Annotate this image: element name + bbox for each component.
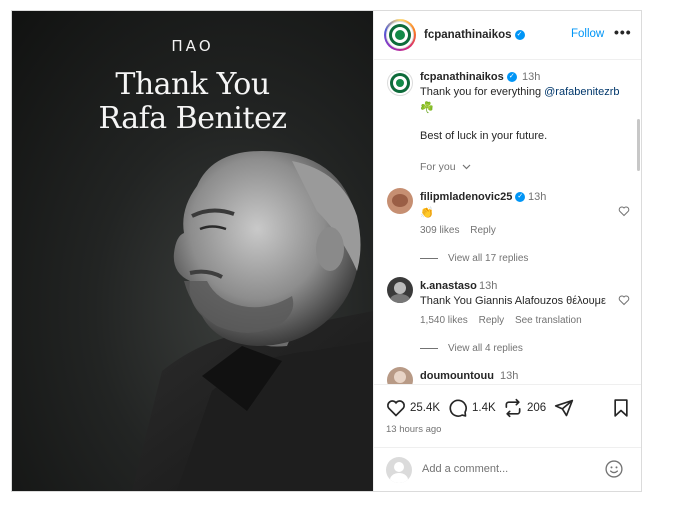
comment-avatar[interactable] bbox=[387, 277, 413, 303]
story-ring[interactable] bbox=[384, 19, 416, 51]
likes-count[interactable]: 25.4K bbox=[410, 402, 440, 414]
scrollbar[interactable] bbox=[637, 119, 640, 171]
caption-time[interactable]: 13h bbox=[522, 71, 540, 83]
comment-avatar[interactable] bbox=[387, 188, 413, 214]
comment-likes[interactable]: 1,540 likes bbox=[420, 315, 468, 326]
shamrock-emoji: ☘️ bbox=[420, 102, 434, 114]
verified-badge-icon: ✓ bbox=[506, 72, 517, 83]
header-username[interactable]: fcpanathinaikos ✓ bbox=[424, 29, 525, 41]
caption-text-prefix: Thank you for everything bbox=[420, 86, 545, 98]
comment-username[interactable]: doumountouu bbox=[420, 370, 494, 382]
post-header: fcpanathinaikos ✓ Follow ••• bbox=[374, 11, 641, 60]
post-timestamp[interactable]: 13 hours ago bbox=[386, 424, 441, 435]
action-bar: 25.4K 1.4K 206 13 hours ago bbox=[374, 384, 641, 438]
comment-text: 👏 bbox=[420, 207, 434, 219]
comment-meta: 309 likes Reply bbox=[420, 225, 496, 236]
caption-text-line2: Best of luck in your future. bbox=[420, 130, 548, 142]
for-you-dropdown[interactable]: For you bbox=[420, 161, 471, 173]
comment-meta: 1,540 likes Reply See translation bbox=[420, 315, 582, 326]
current-user-avatar bbox=[386, 457, 412, 483]
verified-badge-icon: ✓ bbox=[514, 29, 525, 40]
headline-line2: Rafa Benitez bbox=[98, 101, 287, 136]
repost-icon[interactable] bbox=[503, 398, 523, 418]
add-comment-bar: Add a comment... bbox=[374, 447, 641, 491]
post-dialog: ET ΠΑΟ Thank You Rafa Benitez bbox=[11, 10, 642, 492]
view-replies-button[interactable]: View all 4 replies bbox=[420, 343, 523, 354]
comment-bubble-icon[interactable] bbox=[448, 398, 468, 418]
for-you-label[interactable]: For you bbox=[420, 161, 456, 173]
caption-username-text[interactable]: fcpanathinaikos bbox=[420, 71, 504, 83]
chevron-down-icon bbox=[462, 164, 470, 170]
caption-mention-link[interactable]: @rafabenitezrb bbox=[544, 86, 619, 98]
comment-username[interactable]: k.anastaso bbox=[420, 280, 477, 292]
brand-mark: ΠΑΟ bbox=[171, 37, 214, 55]
club-logo-avatar bbox=[386, 21, 414, 49]
like-comment-heart-icon[interactable] bbox=[618, 294, 630, 306]
caption-text: Thank you for everything @rafabenitezrb bbox=[420, 86, 620, 98]
verified-badge-icon: ✓ bbox=[515, 192, 526, 203]
caption-avatar[interactable] bbox=[387, 70, 413, 96]
comment-likes[interactable]: 309 likes bbox=[420, 225, 459, 236]
see-translation-button[interactable]: See translation bbox=[515, 315, 582, 326]
share-send-icon[interactable] bbox=[554, 398, 574, 418]
headline-line1: Thank You bbox=[115, 67, 270, 102]
comment-username[interactable]: filipmladenovic25 ✓ bbox=[420, 191, 526, 203]
post-side-panel: fcpanathinaikos ✓ Follow ••• fcpanathinai… bbox=[373, 11, 641, 491]
reply-button[interactable]: Reply bbox=[479, 315, 505, 326]
comment-avatar[interactable] bbox=[387, 367, 413, 384]
post-image[interactable]: ET ΠΑΟ Thank You Rafa Benitez bbox=[12, 11, 373, 491]
comment-time[interactable]: 13h bbox=[528, 191, 546, 203]
view-replies-label[interactable]: View all 4 replies bbox=[448, 343, 523, 354]
caption-username[interactable]: fcpanathinaikos ✓ bbox=[420, 71, 517, 83]
save-bookmark-icon[interactable] bbox=[611, 398, 631, 418]
more-options-icon[interactable]: ••• bbox=[614, 24, 632, 40]
comment-username-text[interactable]: filipmladenovic25 bbox=[420, 191, 512, 203]
reposts-count[interactable]: 206 bbox=[527, 402, 546, 414]
like-comment-heart-icon[interactable] bbox=[618, 205, 630, 217]
comment-time[interactable]: 13h bbox=[479, 280, 497, 292]
header-username-text[interactable]: fcpanathinaikos bbox=[424, 29, 512, 41]
comment-time[interactable]: 13h bbox=[500, 370, 518, 382]
comments-list[interactable]: fcpanathinaikos ✓ 13h Thank you for every… bbox=[374, 61, 641, 384]
like-heart-icon[interactable] bbox=[386, 398, 406, 418]
comments-count[interactable]: 1.4K bbox=[472, 402, 496, 414]
view-replies-button[interactable]: View all 17 replies bbox=[420, 253, 528, 264]
view-replies-label[interactable]: View all 17 replies bbox=[448, 253, 528, 264]
reply-button[interactable]: Reply bbox=[470, 225, 496, 236]
emoji-picker-icon[interactable] bbox=[604, 459, 624, 479]
follow-button[interactable]: Follow bbox=[571, 28, 604, 40]
comment-text: Thank You Giannis Alafouzos θέλουμε bbox=[420, 295, 606, 307]
comment-input[interactable]: Add a comment... bbox=[422, 463, 508, 475]
